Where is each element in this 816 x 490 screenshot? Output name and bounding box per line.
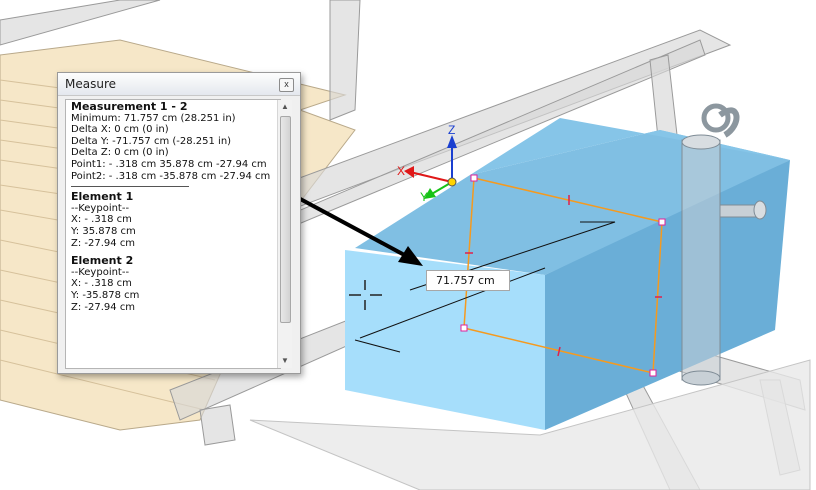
- scrollbar-thumb[interactable]: [280, 116, 291, 323]
- element1-y: Y: 35.878 cm: [71, 225, 136, 237]
- measurement-delta-z: Delta Z: 0 cm (0 in): [71, 147, 169, 159]
- dimension-value-label: 71.757 cm: [426, 270, 510, 291]
- scroll-down-icon[interactable]: ▼: [278, 354, 292, 368]
- axis-label-y: Y: [420, 190, 428, 204]
- element2-heading: Element 2: [71, 254, 134, 268]
- measure-dialog-title: Measure: [65, 77, 116, 91]
- element1-x: X: - .318 cm: [71, 214, 132, 226]
- measure-dialog-titlebar[interactable]: Measure x: [58, 73, 300, 96]
- axis-label-z: Z: [448, 123, 455, 137]
- element2-x: X: - .318 cm: [71, 278, 132, 290]
- element1-heading: Element 1: [71, 190, 134, 204]
- close-icon[interactable]: x: [279, 78, 294, 92]
- element2-y: Y: -35.878 cm: [71, 289, 140, 301]
- measurement-delta-y: Delta Y: -71.757 cm (-28.251 in): [71, 135, 232, 147]
- measurement-minimum: Minimum: 71.757 cm (28.251 in): [71, 112, 236, 124]
- element1-z: Z: -27.94 cm: [71, 237, 136, 249]
- vertical-scrollbar[interactable]: ▲ ▼: [277, 100, 292, 368]
- element1-type: --Keypoint--: [71, 202, 130, 214]
- measurement-heading: Measurement 1 - 2: [71, 100, 188, 113]
- axis-label-x: X: [397, 164, 405, 178]
- measure-dialog[interactable]: Measure x Measurement 1 - 2 Minimum: 71.…: [57, 72, 301, 374]
- measurement-point2: Point2: - .318 cm -35.878 cm -27.94 cm: [71, 170, 271, 182]
- element2-z: Z: -27.94 cm: [71, 301, 136, 313]
- measurement-point1: Point1: - .318 cm 35.878 cm -27.94 cm: [71, 158, 267, 170]
- divider: [71, 186, 189, 188]
- element2-type: --Keypoint--: [71, 266, 130, 278]
- scroll-up-icon[interactable]: ▲: [278, 100, 292, 114]
- measurement-delta-x: Delta X: 0 cm (0 in): [71, 124, 169, 136]
- measure-results: Measurement 1 - 2 Minimum: 71.757 cm (28…: [65, 99, 281, 369]
